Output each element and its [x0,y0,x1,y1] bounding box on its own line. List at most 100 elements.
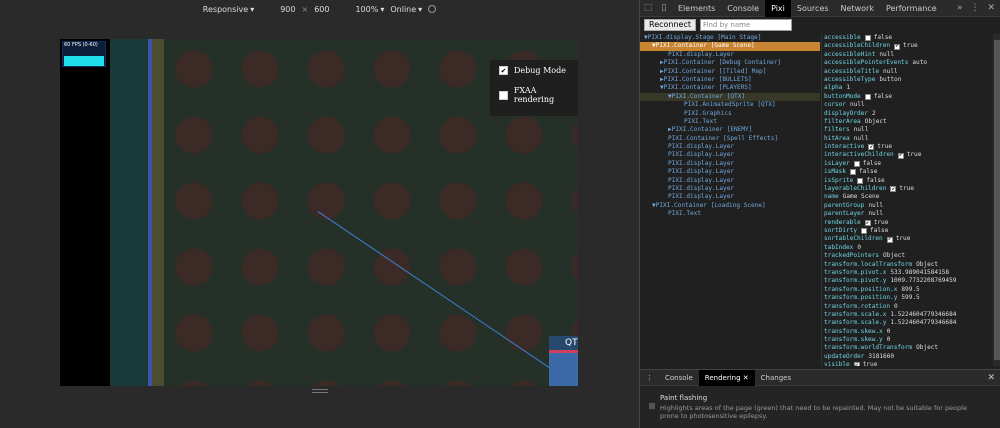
tree-node[interactable]: ▼PIXI.Container [Game Scene] [640,42,820,51]
property-value[interactable]: 2 [872,110,876,118]
property-value[interactable]: false [866,177,884,185]
tree-node[interactable]: PIXI.display.Layer [640,143,820,151]
width-input[interactable]: 900 [280,5,295,14]
drawer-tab-changes[interactable]: Changes [755,370,797,386]
inspect-icon[interactable]: ⬚ [640,0,656,17]
property-checkbox[interactable]: ✔ [897,152,904,159]
scrollbar-thumb[interactable] [994,40,1000,360]
property-value[interactable]: false [863,160,881,168]
tree-node[interactable]: PIXI.Text [640,210,820,218]
property-value[interactable]: true [877,143,892,151]
property-checkbox[interactable] [850,169,857,176]
property-value[interactable]: true [903,42,918,50]
property-value[interactable]: null [850,101,865,109]
property-value[interactable]: Object [916,261,938,269]
property-value[interactable]: null [868,210,883,218]
tab-pixi[interactable]: Pixi [765,0,791,17]
property-checkbox[interactable]: ✔ [853,362,860,366]
property-checkbox[interactable] [864,35,871,42]
fxaa-checkbox[interactable] [499,90,508,100]
tree-node[interactable]: PIXI.display.Layer [640,177,820,185]
find-input[interactable]: Find by name [700,19,793,31]
property-value[interactable]: Object [865,118,887,126]
tree-node[interactable]: PIXI.display.Layer [640,151,820,159]
property-value[interactable]: 0 [857,244,861,252]
kebab-icon[interactable]: ⋮ [970,3,979,13]
property-value[interactable]: button [879,76,901,84]
property-value[interactable]: 533.989041584158 [890,269,949,277]
tab-sources[interactable]: Sources [791,0,835,17]
property-value[interactable]: null [854,126,869,134]
tree-node[interactable]: PIXI.Container [Spell Effects] [640,135,820,143]
property-value[interactable]: 1 [846,84,850,92]
device-toggle-icon[interactable]: ▯ [656,0,672,17]
property-value[interactable]: Game Scene [843,193,880,201]
property-value[interactable]: 899.5 [901,286,919,294]
property-value[interactable]: 3181660 [868,353,894,361]
property-value[interactable]: 599.5 [901,294,919,302]
property-value[interactable]: true [899,185,914,193]
scrollbar[interactable] [993,34,1000,366]
property-checkbox[interactable]: ✔ [864,220,871,226]
tree-node[interactable]: PIXI.display.Layer [640,185,820,193]
property-value[interactable]: 1009.7732208769459 [890,277,956,285]
network-dropdown[interactable]: Online ▾ [390,5,422,14]
tree-node[interactable]: ▼PIXI.Container [PLAYERS] [640,84,820,92]
tab-network[interactable]: Network [835,0,880,17]
property-value[interactable]: true [863,361,878,366]
drawer-close-icon[interactable]: ✕ [987,373,1000,383]
drawer-tab-console[interactable]: Console [659,370,699,386]
property-value[interactable]: true [874,219,889,227]
zoom-dropdown[interactable]: 100% ▾ [355,5,384,14]
property-checkbox[interactable]: ✔ [886,236,893,243]
fxaa-option[interactable]: FXAA rendering [499,86,578,104]
paint-flashing-checkbox[interactable] [649,403,655,409]
tree-node[interactable]: PIXI.display.Layer [640,193,820,201]
property-checkbox[interactable]: ✔ [894,43,901,50]
property-value[interactable]: null [879,51,894,59]
tree-node[interactable]: ▼PIXI.Container [QTX] [640,92,820,102]
property-value[interactable]: 1.5224604779346684 [890,319,956,327]
tree-node[interactable]: PIXI.Graphics [640,110,820,118]
property-value[interactable]: true [896,235,911,243]
tab-performance[interactable]: Performance [880,0,943,17]
drawer-tab-rendering[interactable]: Rendering ✕ [698,369,755,386]
property-value[interactable]: null [883,68,898,76]
tree-node[interactable]: PIXI.display.Layer [640,160,820,168]
rotate-icon[interactable] [428,5,437,13]
property-value[interactable]: 0 [887,328,891,336]
property-checkbox[interactable]: ✔ [890,186,897,193]
tree-node[interactable]: ▶PIXI.Container [Debug Container] [640,59,820,67]
device-dropdown[interactable]: Responsive ▾ [203,5,254,14]
property-value[interactable]: null [868,202,883,210]
tree-node[interactable]: PIXI.AnimatedSprite [QTX] [640,101,820,109]
property-value[interactable]: 0 [887,336,891,344]
drawer-menu-icon[interactable]: ⋮ [640,370,659,386]
property-value[interactable]: true [907,151,922,159]
property-value[interactable]: null [854,135,869,143]
close-icon[interactable]: ✕ [987,3,995,13]
tree-node[interactable]: ▶PIXI.Container [[Tiled] Map] [640,68,820,76]
debug-mode-checkbox[interactable]: ✔ [499,66,508,75]
property-value[interactable]: false [874,93,892,101]
property-value[interactable]: 1.5224604779346684 [890,311,956,319]
tree-node[interactable]: PIXI.display.Layer [640,168,820,176]
tab-console[interactable]: Console [721,0,765,17]
property-checkbox[interactable] [857,177,864,184]
property-checkbox[interactable] [853,161,860,168]
tree-node[interactable]: ▶PIXI.Container [ENEMY] [640,126,820,134]
property-value[interactable]: Object [916,344,938,352]
property-value[interactable]: auto [912,59,927,67]
property-checkbox[interactable] [861,228,868,235]
tree-node[interactable]: PIXI.Text [640,118,820,126]
property-checkbox[interactable] [864,93,871,100]
tree-node[interactable]: ▼PIXI.Container [Loading Scene] [640,202,820,210]
tab-elements[interactable]: Elements [672,0,721,17]
property-value[interactable]: false [874,34,892,42]
tree-node[interactable]: ▼PIXI.display.Stage [Main Stage] [640,34,820,42]
property-checkbox[interactable]: ✔ [868,144,875,151]
height-input[interactable]: 600 [314,5,329,14]
more-tabs-icon[interactable]: » [957,3,963,13]
property-value[interactable]: Object [883,252,905,260]
resize-handle[interactable] [312,389,328,393]
